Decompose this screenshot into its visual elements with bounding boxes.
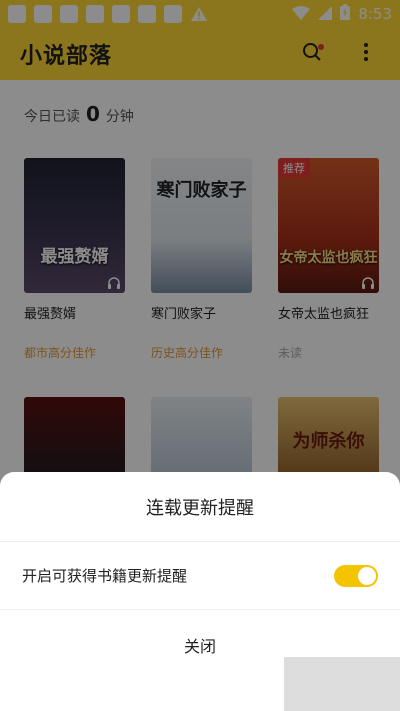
update-reminder-row[interactable]: 开启可获得书籍更新提醒 <box>0 542 400 610</box>
sheet-title: 连载更新提醒 <box>0 472 400 542</box>
overlay-artifact <box>284 657 400 711</box>
toggle-knob <box>358 566 376 585</box>
update-reminder-toggle[interactable] <box>334 564 378 587</box>
update-reminder-label: 开启可获得书籍更新提醒 <box>22 567 188 585</box>
